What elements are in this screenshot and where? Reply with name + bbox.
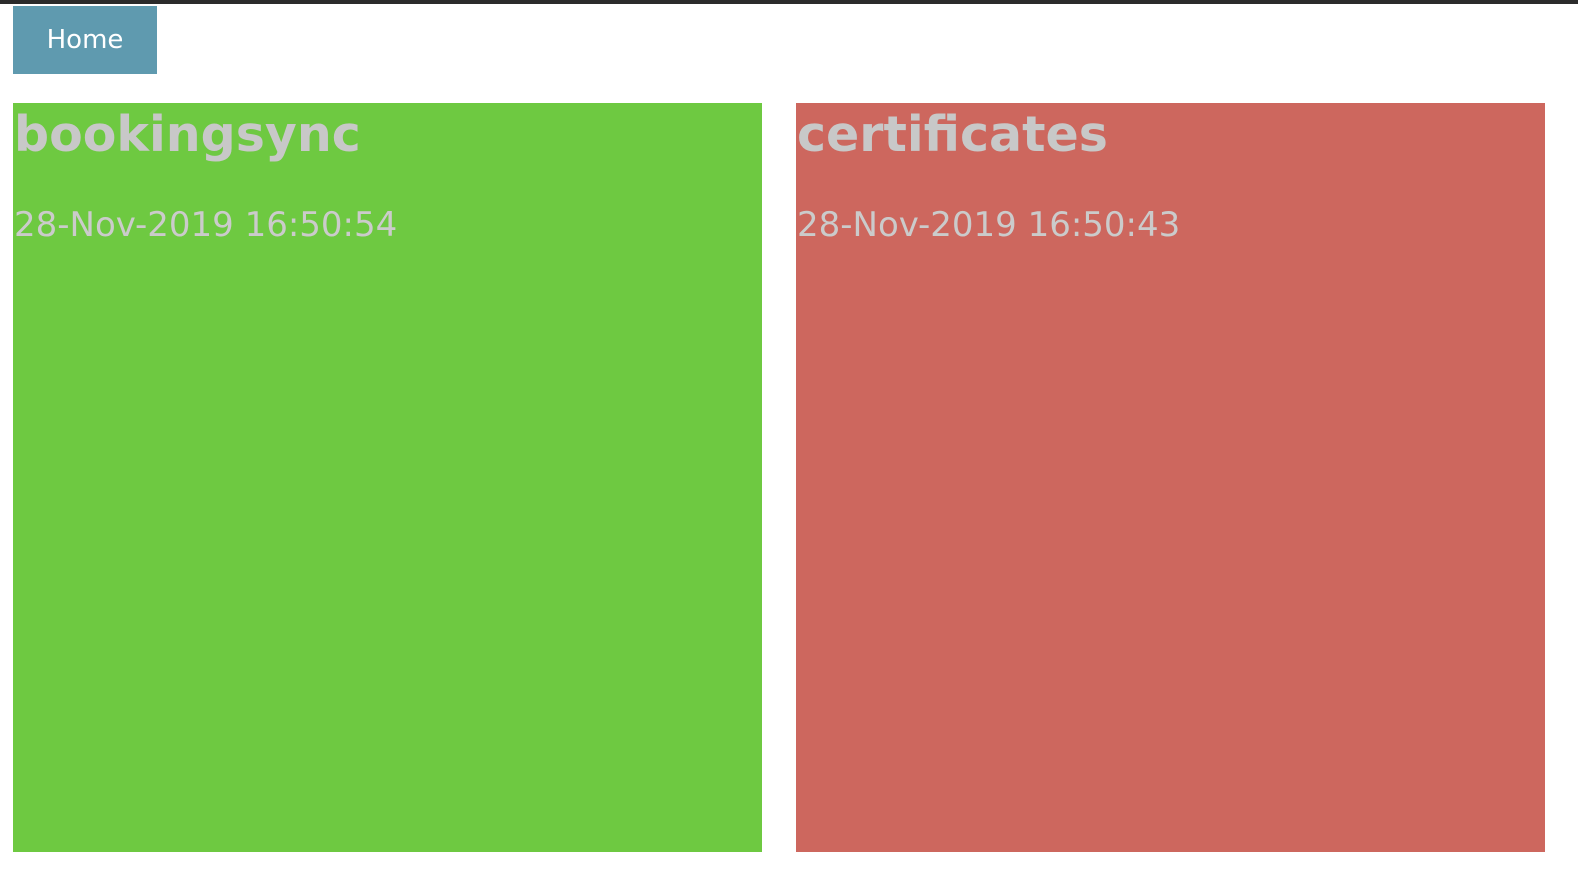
- tile-timestamp: 28-Nov-2019 16:50:43: [797, 205, 1181, 245]
- tile-title: certificates: [797, 106, 1108, 163]
- status-tile-bookingsync[interactable]: bookingsync 28-Nov-2019 16:50:54: [13, 103, 762, 852]
- top-border: [0, 0, 1578, 4]
- home-button[interactable]: Home: [13, 6, 157, 74]
- status-tile-certificates[interactable]: certificates 28-Nov-2019 16:50:43: [796, 103, 1545, 852]
- tile-timestamp: 28-Nov-2019 16:50:54: [14, 205, 398, 245]
- tile-title: bookingsync: [14, 106, 361, 163]
